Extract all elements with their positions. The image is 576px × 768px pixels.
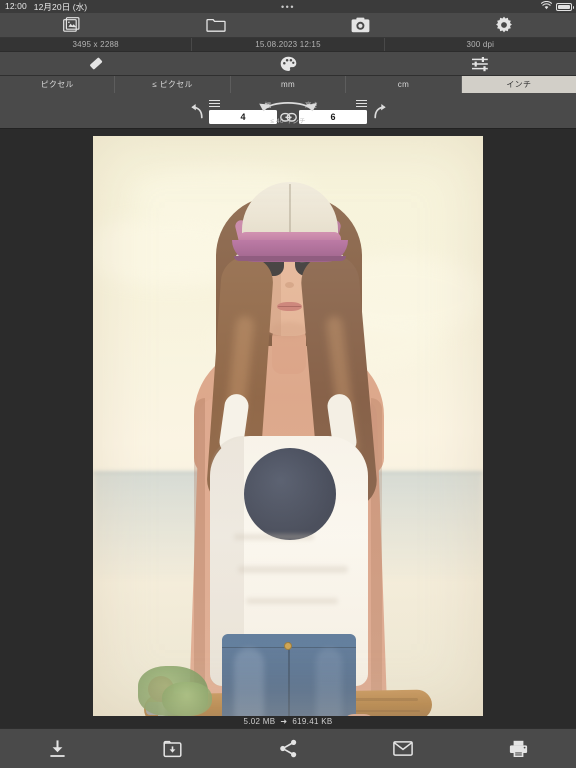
shorts-button — [284, 642, 292, 650]
download-icon[interactable] — [0, 729, 115, 768]
max-size-note: ≤ 40 インチ — [270, 115, 306, 125]
palette-icon[interactable] — [192, 52, 384, 75]
redo-arrow-icon[interactable] — [367, 103, 393, 124]
photo-subject — [138, 136, 438, 716]
file-size-bar: 5.02 MB ➜ 619.41 KB — [0, 715, 576, 728]
lips-line — [278, 306, 301, 307]
tank-fold — [234, 534, 314, 540]
info-dimensions: 3495 x 2288 — [0, 38, 192, 51]
conversion-arrow-icon: ➜ — [280, 717, 287, 726]
shorts-highlight — [234, 648, 264, 716]
hamburger-menu-icon[interactable] — [356, 100, 367, 108]
size-controls-bar: 幅 4 高さ 6 — [0, 93, 576, 129]
eraser-icon[interactable] — [0, 52, 192, 75]
folder-icon[interactable] — [144, 13, 288, 37]
tab-max-pixel[interactable]: ≤ ピクセル — [115, 76, 230, 93]
adjust-sliders-icon[interactable] — [384, 52, 576, 75]
status-bar: 12:00 12月20日 (水) ••• — [0, 0, 576, 13]
bottom-toolbar — [0, 728, 576, 768]
original-file-size: 5.02 MB — [244, 717, 276, 726]
tab-inch[interactable]: インチ — [462, 76, 576, 93]
image-info-bar: 3495 x 2288 15.08.2023 12:15 300 dpi — [0, 38, 576, 52]
save-to-folder-icon[interactable] — [115, 729, 230, 768]
new-file-size: 619.41 KB — [292, 717, 332, 726]
photo-frame[interactable] — [93, 136, 483, 716]
mail-icon[interactable] — [346, 729, 461, 768]
arm-left-shadow — [194, 398, 205, 716]
app-root: 12:00 12月20日 (水) ••• — [0, 0, 576, 768]
gallery-icon[interactable] — [0, 13, 144, 37]
tab-cm[interactable]: cm — [346, 76, 461, 93]
tank-fold — [238, 566, 348, 573]
secondary-toolbar — [0, 52, 576, 76]
tank-top-graphic — [244, 448, 336, 540]
cap-brim-edge — [234, 256, 346, 261]
cap-seam — [289, 184, 291, 232]
camera-icon[interactable] — [288, 13, 432, 37]
chin-shadow — [270, 322, 308, 338]
shorts-seam — [288, 642, 290, 716]
tab-pixel[interactable]: ピクセル — [0, 76, 115, 93]
tank-fold — [246, 598, 338, 604]
shorts-highlight — [316, 648, 342, 716]
status-center-dots: ••• — [0, 2, 576, 12]
share-icon[interactable] — [230, 729, 345, 768]
foreground-foliage — [162, 682, 212, 716]
main-toolbar — [0, 13, 576, 38]
photo-preview — [93, 136, 483, 716]
info-datetime: 15.08.2023 12:15 — [192, 38, 384, 51]
print-icon[interactable] — [461, 729, 576, 768]
tab-mm[interactable]: mm — [231, 76, 346, 93]
unit-tabs: ピクセル ≤ ピクセル mm cm インチ — [0, 76, 576, 93]
battery-icon — [556, 3, 572, 11]
undo-arrow-icon[interactable] — [183, 103, 209, 124]
image-canvas: 5.02 MB ➜ 619.41 KB — [0, 129, 576, 728]
gear-icon[interactable] — [432, 13, 576, 37]
nose — [285, 282, 294, 288]
hamburger-menu-icon[interactable] — [209, 100, 220, 108]
info-resolution: 300 dpi — [385, 38, 576, 51]
